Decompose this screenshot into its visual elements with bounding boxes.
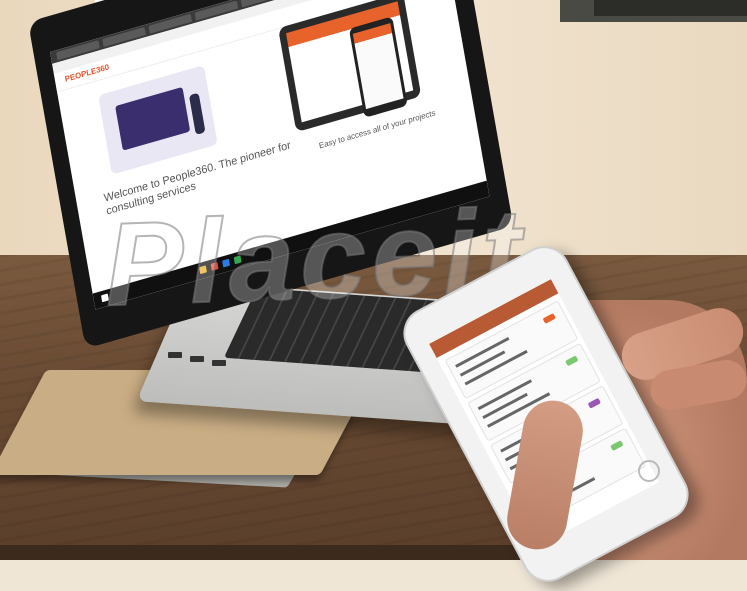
usb-port [212, 360, 226, 366]
usb-port [168, 352, 182, 358]
status-badge [565, 355, 579, 367]
picture-frame-inner [594, 0, 747, 16]
status-badge [610, 440, 624, 452]
status-badge [542, 313, 556, 324]
usb-port [190, 356, 204, 362]
phone-home-button[interactable] [638, 460, 660, 482]
status-badge [587, 397, 602, 409]
